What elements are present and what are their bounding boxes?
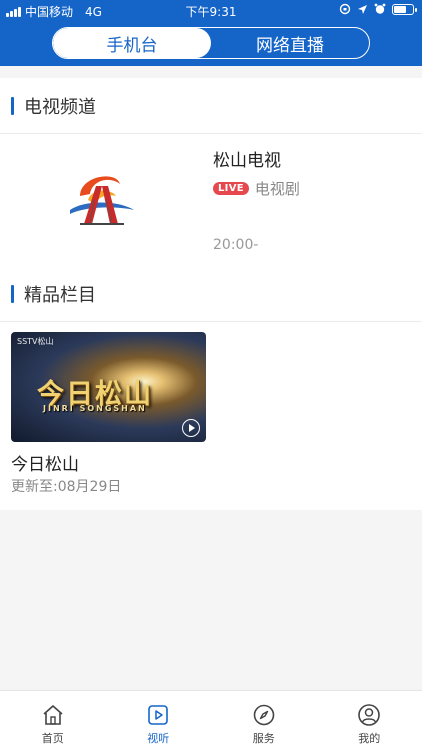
alarm-icon: [374, 3, 386, 14]
program-card[interactable]: SSTV松山 今日松山 JINRI SONGSHAN 今日松山 更新至:08月2…: [0, 322, 422, 510]
bottom-nav: 首页 视听 服务 我的: [0, 690, 422, 750]
program-thumbnail[interactable]: SSTV松山 今日松山 JINRI SONGSHAN: [11, 332, 206, 442]
nav-services[interactable]: 服务: [211, 691, 317, 750]
nav-label: 视听: [147, 732, 170, 745]
program-title: 今日松山: [11, 455, 79, 475]
channel-logo: [70, 176, 134, 225]
channel-name: 松山电视: [213, 151, 281, 171]
location-icon: [358, 4, 367, 14]
battery-icon: [392, 3, 417, 15]
section-title: 电视频道: [24, 96, 96, 118]
nav-home[interactable]: 首页: [0, 691, 106, 750]
section-title: 精品栏目: [24, 284, 96, 306]
home-icon: [43, 705, 63, 725]
app-header: 中国移动 4G 下午9:31 手机台 网络直播: [0, 0, 422, 66]
status-bar: 中国移动 4G 下午9:31: [0, 0, 422, 22]
featured-section: 精品栏目 SSTV松山 今日松山 JINRI SONGSHAN 今日松山 更新至…: [0, 266, 422, 510]
live-row: LIVE 电视剧: [213, 178, 300, 199]
nav-label: 我的: [358, 732, 381, 745]
section-header: 精品栏目: [0, 266, 422, 322]
tv-channel-section: 电视频道 松山电视 LIVE 电视剧 20:00-: [0, 78, 422, 266]
nav-media[interactable]: 视听: [106, 691, 212, 750]
program-updated: 更新至:08月29日: [11, 479, 122, 495]
thumbnail-watermark: SSTV松山: [17, 337, 54, 346]
play-icon: [148, 705, 169, 725]
section-accent-bar: [11, 284, 14, 303]
channel-item[interactable]: 松山电视 LIVE 电视剧 20:00-: [0, 134, 422, 266]
tab-web-live[interactable]: 网络直播: [211, 28, 369, 58]
play-icon[interactable]: [182, 419, 200, 437]
program-time: 20:00-: [213, 237, 259, 253]
nav-mine[interactable]: 我的: [317, 691, 422, 750]
channel-type-switch: 手机台 网络直播: [52, 27, 370, 59]
live-badge: LIVE: [213, 182, 249, 195]
thumbnail-subtitle: JINRI SONGSHAN: [43, 404, 147, 413]
user-icon: [358, 704, 381, 726]
section-header: 电视频道: [0, 78, 422, 134]
rotation-lock-icon: [339, 3, 351, 15]
nav-label: 首页: [41, 732, 64, 745]
section-accent-bar: [11, 96, 14, 115]
compass-icon: [253, 704, 275, 726]
current-program: 电视剧: [254, 180, 300, 198]
nav-label: 服务: [252, 732, 275, 745]
status-right: [339, 3, 417, 15]
tab-mobile-station[interactable]: 手机台: [53, 28, 211, 58]
